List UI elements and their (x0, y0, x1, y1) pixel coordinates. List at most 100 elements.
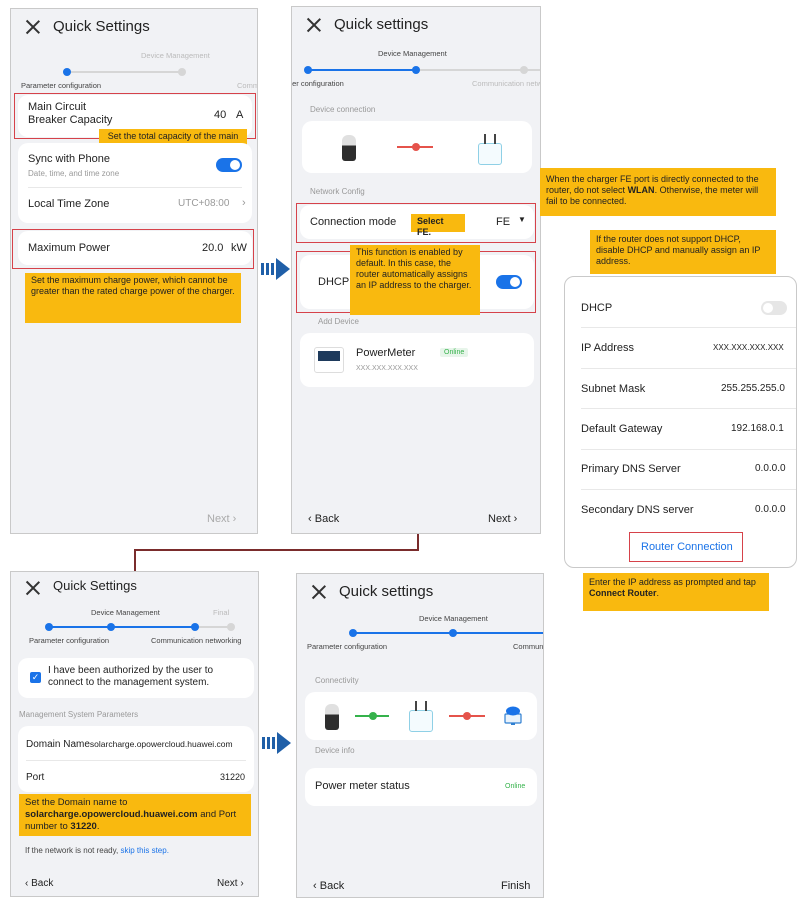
back-button[interactable]: ‹ Back (308, 513, 339, 525)
secondary-dns-value[interactable]: 0.0.0.0 (755, 504, 786, 515)
gateway-value[interactable]: 192.168.0.1 (731, 423, 784, 434)
dhcp-settings-panel: DHCP IP Address XXX.XXX.XXX.XXX Subnet M… (564, 276, 797, 568)
device-info-card: Power meter status Online (305, 768, 537, 806)
step-label-communication: Commun (513, 642, 544, 651)
meter-address: XXX.XXX.XXX.XXX (356, 365, 418, 372)
step-label-communication-networking: Communication networking (151, 636, 242, 645)
domain-value[interactable]: solarcharge.opowercloud.huawei.com (90, 739, 233, 749)
next-label: Next (207, 513, 230, 525)
back-button[interactable]: ‹ Back (25, 878, 53, 889)
port-value[interactable]: 31220 (220, 772, 245, 782)
note-dhcp: This function is enabled by default. In … (350, 245, 480, 315)
sync-label: Sync with Phone (28, 153, 110, 165)
step-dot (449, 629, 457, 637)
stepper: Device Management ter configuration Comm… (292, 47, 540, 89)
step-line (197, 626, 231, 628)
sync-toggle[interactable] (216, 158, 242, 172)
header: Quick settings (297, 574, 543, 614)
divider (581, 408, 796, 409)
cloud-icon (504, 706, 522, 725)
stepper: Device Management Parameter configuratio… (297, 610, 543, 652)
back-label: Back (319, 880, 345, 892)
close-icon[interactable] (25, 580, 41, 596)
step-dot (349, 629, 357, 637)
divider (581, 368, 796, 369)
divider (26, 760, 246, 761)
section-device-connection: Device connection (310, 105, 376, 114)
close-icon[interactable] (25, 19, 41, 35)
section-connectivity: Connectivity (315, 676, 359, 685)
screen-quick-settings-management: Quick Settings Device Management Final P… (10, 571, 259, 897)
subnet-mask-value[interactable]: 255.255.255.0 (721, 383, 785, 394)
meter-status-label: Power meter status (315, 780, 410, 792)
note-enter-ip-bold: Connect Router (589, 588, 657, 598)
header: Quick Settings (11, 9, 257, 49)
panel-dhcp-toggle[interactable] (761, 301, 787, 315)
back-label: Back (314, 513, 340, 525)
step-line-done (47, 626, 197, 628)
primary-dns-label: Primary DNS Server (581, 463, 681, 475)
divider (28, 187, 242, 188)
finish-button[interactable]: Finish (501, 880, 530, 892)
next-button[interactable]: Next › (207, 513, 236, 525)
divider (581, 449, 796, 450)
gateway-label: Default Gateway (581, 423, 663, 435)
subnet-mask-label: Subnet Mask (581, 383, 646, 395)
step-dot (107, 623, 115, 631)
power-meter-icon (314, 347, 344, 373)
step-label-parameter-configuration: Parameter configuration (307, 642, 388, 651)
domain-label-text: Domain Name (26, 739, 90, 750)
section-network-config: Network Config (310, 187, 365, 196)
stepper: Device Management Final Parameter config… (11, 604, 258, 646)
tz-value[interactable]: UTC+08:00 (178, 198, 229, 209)
secondary-dns-label: Secondary DNS server (581, 504, 694, 516)
note-domain-text: Set the Domain name to (25, 797, 128, 808)
ip-address-value[interactable]: XXX.XXX.XXX.XXX (713, 343, 784, 352)
network-text: If the network is not ready, (25, 846, 121, 855)
meter-screen-icon (318, 351, 340, 361)
tz-label: Local Time Zone (28, 198, 110, 210)
next-button[interactable]: Next › (217, 878, 244, 889)
step-label-device-management: Device Management (419, 614, 488, 623)
step-line-done (351, 632, 543, 634)
meter-name: PowerMeter (356, 347, 416, 359)
screen-quick-settings-device: Quick settings Device Management ter con… (291, 6, 541, 534)
step-label-communication: Comm (237, 81, 258, 90)
port-label: Port (26, 772, 45, 783)
next-button[interactable]: Next › (488, 513, 517, 525)
router-icon (478, 134, 502, 165)
meter-status-value: Online (505, 783, 526, 790)
back-button[interactable]: ‹ Back (313, 880, 344, 892)
authorization-checkbox[interactable]: ✓ (30, 672, 41, 683)
step-dot (520, 66, 528, 74)
back-label: Back (31, 878, 54, 889)
domain-label: Domain Namesolarcharge.opowercloud.huawe… (26, 738, 233, 751)
header: Quick settings (292, 7, 540, 47)
primary-dns-value[interactable]: 0.0.0.0 (755, 463, 786, 474)
step-label-device-management: Device Management (141, 51, 210, 60)
divider (581, 327, 796, 328)
stepper: Device Management Parameter configuratio… (11, 49, 257, 91)
panel-dhcp-label: DHCP (581, 302, 613, 314)
step-label-device-management: Device Management (91, 608, 160, 617)
router-connection-button[interactable]: Router Connection (641, 541, 733, 553)
router-icon (409, 701, 433, 732)
highlight-power (12, 229, 254, 269)
skip-step-link[interactable]: skip this step. (120, 846, 168, 855)
next-label: Next (488, 513, 511, 525)
connection-dot-icon (369, 712, 377, 720)
page-title: Quick Settings (53, 18, 150, 35)
close-icon[interactable] (306, 17, 322, 33)
screen-quick-settings-parameters: Quick Settings Device Management Paramet… (10, 8, 258, 534)
flow-connector (134, 549, 136, 571)
note-domain-text-3: . (96, 821, 100, 832)
device-connection-card (302, 121, 532, 173)
power-meter-card[interactable]: PowerMeter Online XXX.XXX.XXX.XXX (300, 333, 534, 387)
page-title: Quick settings (334, 16, 429, 33)
step-line (63, 71, 183, 73)
step-label-final: Final (213, 608, 230, 617)
charger-icon (342, 135, 356, 161)
step-dot-current (63, 68, 71, 76)
close-icon[interactable] (311, 584, 327, 600)
note-fe-port: When the charger FE port is directly con… (540, 168, 776, 216)
